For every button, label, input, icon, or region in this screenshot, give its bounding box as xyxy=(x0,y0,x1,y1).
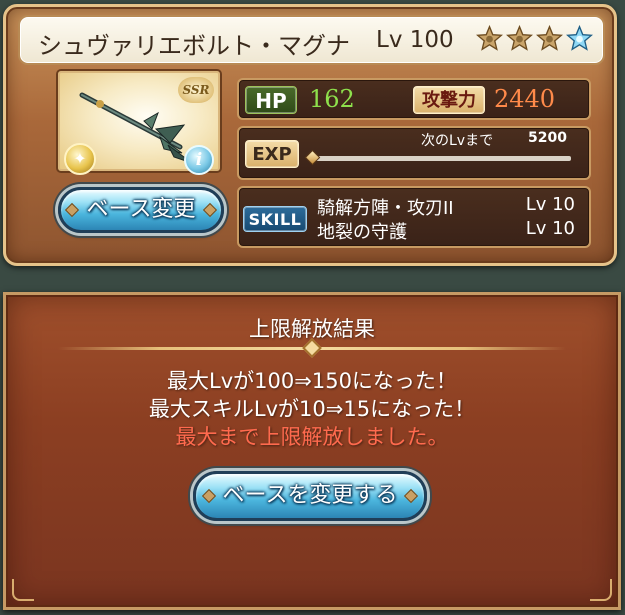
attack-label: 攻撃力 xyxy=(413,86,485,114)
result-message-max-level: 最大Lvが100⇒150になった！ xyxy=(167,369,457,393)
result-message-max-skill-level: 最大スキルLvが10⇒15になった！ xyxy=(148,397,476,421)
weapon-level: Lv 100 xyxy=(376,27,454,53)
star-filled-icon xyxy=(476,25,503,51)
skill-name-1: 騎解方陣・攻刃II xyxy=(317,198,454,219)
button-ornament-right xyxy=(403,488,419,504)
button-ornament-left xyxy=(64,202,80,218)
next-level-label: 次のLvまで xyxy=(421,133,494,149)
skill-name-2: 地裂の守護 xyxy=(317,222,407,243)
skill-level-2: Lv 10 xyxy=(525,218,575,239)
hp-attack-row: HP 162 攻撃力 2440 xyxy=(237,78,591,120)
skill-level-1: Lv 10 xyxy=(525,194,575,215)
exp-label: EXP xyxy=(245,140,299,168)
weapon-card: シュヴァリエボルト・マグナ Lv 100 SSR ✦ i ベース変更 HP 16… xyxy=(3,4,617,266)
exp-bar-knob-icon xyxy=(304,149,321,166)
button-ornament-left xyxy=(201,488,217,504)
star-blue-icon xyxy=(566,25,593,51)
hp-value: 162 xyxy=(309,85,355,113)
weapon-name: シュヴァリエボルト・マグナ xyxy=(38,32,350,60)
uncap-result-panel: 上限解放結果 最大Lvが100⇒150になった！ 最大スキルLvが10⇒15にな… xyxy=(3,292,621,610)
info-icon[interactable]: i xyxy=(184,145,214,175)
result-message-fully-uncapped: 最大まで上限解放しました。 xyxy=(175,425,449,449)
star-filled-icon xyxy=(536,25,563,51)
corner-ornament-right xyxy=(590,579,612,601)
skill-label: SKILL xyxy=(243,206,307,232)
ssr-badge: SSR xyxy=(178,77,214,103)
light-element-icon: ✦ xyxy=(64,143,96,175)
next-level-value: 5200 xyxy=(528,130,567,146)
base-change-label: ベース変更 xyxy=(86,197,196,222)
rarity-stars xyxy=(476,25,593,52)
change-base-button[interactable]: ベースを変更する xyxy=(193,471,427,521)
exp-bar xyxy=(315,156,571,161)
base-change-button[interactable]: ベース変更 xyxy=(58,187,224,233)
change-base-label: ベースを変更する xyxy=(222,483,398,508)
corner-ornament-left xyxy=(12,579,34,601)
weapon-image[interactable]: SSR ✦ i xyxy=(58,71,220,175)
attack-value: 2440 xyxy=(494,85,556,113)
hp-label: HP xyxy=(245,86,297,114)
weapon-title-bar: シュヴァリエボルト・マグナ Lv 100 xyxy=(18,15,605,65)
skill-row: SKILL 騎解方陣・攻刃II Lv 10 地裂の守護 Lv 10 xyxy=(237,186,591,248)
exp-row: EXP 次のLvまで 5200 xyxy=(237,126,591,180)
star-filled-icon xyxy=(506,25,533,51)
button-ornament-right xyxy=(202,202,218,218)
